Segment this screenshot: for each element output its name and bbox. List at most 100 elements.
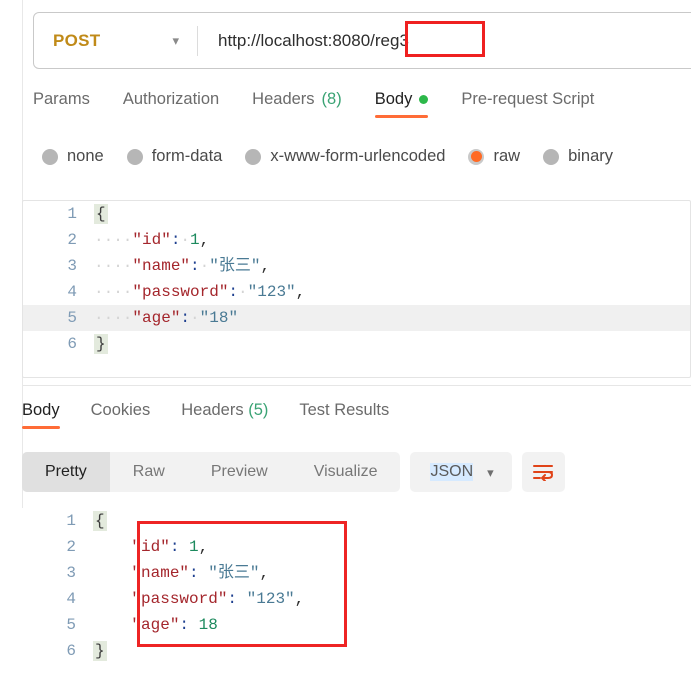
request-body-token-ws: ···· xyxy=(94,309,133,327)
view-mode-raw[interactable]: Raw xyxy=(110,452,188,492)
request-body-line-content: { xyxy=(94,201,690,227)
radio-binary-label: binary xyxy=(568,147,614,165)
chevron-down-icon: ▾ xyxy=(487,464,494,480)
request-body-token-punc: , xyxy=(295,283,306,301)
request-body-line: 4 ····"password":·"123", xyxy=(23,279,690,305)
request-body-line-number: 4 xyxy=(67,283,77,301)
request-body-token-brace: { xyxy=(94,204,108,224)
request-body-token-ws: · xyxy=(180,231,191,249)
request-body-token-colon: : xyxy=(170,231,181,249)
view-mode-pretty-label: Pretty xyxy=(45,463,87,480)
response-body-line-content: "name": "张三", xyxy=(93,560,691,586)
response-format-dropdown[interactable]: JSON ▾ xyxy=(410,452,512,492)
response-body-line-content: "password": "123", xyxy=(93,586,691,612)
request-body-token-ws: · xyxy=(238,283,248,301)
view-mode-visualize-label: Visualize xyxy=(313,463,378,480)
response-body-line: 2 "id": 1, xyxy=(22,534,691,560)
tab-headers-label: Headers xyxy=(252,90,315,108)
tab-pre-request-script-label: Pre-request Script xyxy=(461,90,595,108)
response-body-token-plain xyxy=(179,538,189,556)
tab-authorization[interactable]: Authorization xyxy=(123,90,219,118)
view-mode-preview[interactable]: Preview xyxy=(188,452,291,492)
radio-urlencoded-label: x-www-form-urlencoded xyxy=(270,147,446,165)
request-body-token-key: "password" xyxy=(132,283,229,301)
response-body-token-plain xyxy=(199,564,209,582)
postman-request-response-view: POST ▾ http://localhost:8080/reg3 Params… xyxy=(0,0,691,680)
view-mode-pretty[interactable]: Pretty xyxy=(22,452,110,492)
tab-body[interactable]: Body xyxy=(374,90,429,118)
response-body-token-key: "age" xyxy=(131,616,180,634)
request-body-token-colon: : xyxy=(228,283,239,301)
http-method-dropdown[interactable]: POST ▾ xyxy=(34,13,197,68)
request-body-line-content: ····"id":·1, xyxy=(94,227,690,253)
response-body-line-content: { xyxy=(93,508,691,534)
body-type-radio-group: none form-data x-www-form-urlencoded raw… xyxy=(42,147,636,166)
wrap-lines-button[interactable] xyxy=(521,452,565,492)
request-body-line-content: ····"name":·"张三", xyxy=(94,253,690,279)
response-body-token-plain xyxy=(93,538,131,556)
request-body-token-colon: : xyxy=(190,257,200,275)
response-tab-body[interactable]: Body xyxy=(22,401,60,429)
response-tab-body-label: Body xyxy=(22,401,60,419)
request-body-line-number: 2 xyxy=(67,231,77,249)
pane-divider xyxy=(23,385,691,386)
response-tab-test-results[interactable]: Test Results xyxy=(299,401,389,429)
request-body-line-number: 3 xyxy=(67,257,77,275)
response-body-token-brace: } xyxy=(93,641,107,661)
response-body-viewer[interactable]: 1{2 "id": 1, 3 "name": "张三", 4 "password":… xyxy=(22,508,691,680)
tab-params-label: Params xyxy=(33,90,90,108)
request-body-token-key: "age" xyxy=(132,309,181,327)
request-body-line: 2 ····"id":·1, xyxy=(23,227,690,253)
response-body-line-number: 2 xyxy=(66,538,76,556)
tab-headers[interactable]: Headers (8) xyxy=(252,90,342,118)
response-tab-headers[interactable]: Headers (5) xyxy=(181,401,268,429)
radio-urlencoded-mark xyxy=(245,148,262,165)
response-body-token-brace: { xyxy=(93,511,107,531)
response-body-token-str: "123" xyxy=(246,590,295,608)
chevron-down-icon: ▾ xyxy=(172,33,179,48)
request-body-token-num: 1 xyxy=(190,231,200,249)
response-body-line: 3 "name": "张三", xyxy=(22,560,691,586)
tab-pre-request-script[interactable]: Pre-request Script xyxy=(461,90,594,118)
radio-none[interactable]: none xyxy=(42,147,104,166)
response-body-token-colon: : xyxy=(227,590,238,608)
radio-binary[interactable]: binary xyxy=(543,147,613,166)
tab-params[interactable]: Params xyxy=(33,90,90,118)
radio-form-data[interactable]: form-data xyxy=(126,147,223,166)
wrap-lines-icon xyxy=(533,465,554,481)
response-body-line-number: 4 xyxy=(66,590,76,608)
response-body-token-plain xyxy=(93,590,131,608)
request-body-token-key: "id" xyxy=(132,231,171,249)
view-mode-visualize[interactable]: Visualize xyxy=(291,452,401,492)
radio-raw[interactable]: raw xyxy=(468,147,520,166)
view-mode-raw-label: Raw xyxy=(132,463,165,480)
response-body-token-num: 18 xyxy=(198,616,218,634)
request-body-line-content: ····"age":·"18" xyxy=(94,305,690,331)
request-url-input[interactable]: http://localhost:8080/reg3 xyxy=(198,31,409,51)
response-tab-cookies[interactable]: Cookies xyxy=(91,401,151,429)
response-body-token-plain xyxy=(93,616,131,634)
response-view-mode-group: Pretty Raw Preview Visualize xyxy=(22,452,401,492)
tab-authorization-label: Authorization xyxy=(122,90,220,108)
response-body-token-key: "password" xyxy=(131,590,228,608)
response-body-line-number: 1 xyxy=(66,512,76,530)
request-body-line: 5 ····"age":·"18" xyxy=(23,305,690,331)
response-body-line: 4 "password": "123", xyxy=(22,586,691,612)
request-body-token-colon: : xyxy=(180,309,191,327)
radio-form-data-label: form-data xyxy=(151,147,223,165)
response-body-line-number: 3 xyxy=(66,564,76,582)
request-body-line-number: 1 xyxy=(67,205,77,223)
request-body-token-str: "18" xyxy=(199,309,239,327)
radio-form-data-mark xyxy=(126,148,143,165)
request-body-editor[interactable]: 1{2 ····"id":·1, 3 ····"name":·"张三", 4 ····"p… xyxy=(22,200,691,378)
response-body-token-colon: : xyxy=(189,564,199,582)
radio-urlencoded[interactable]: x-www-form-urlencoded xyxy=(245,147,445,166)
response-body-token-key: "id" xyxy=(131,538,170,556)
left-rail-edge xyxy=(0,0,23,680)
request-body-token-ws: ···· xyxy=(94,231,133,249)
response-body-line: 1{ xyxy=(22,508,691,534)
response-body-line-number: 6 xyxy=(66,642,76,660)
tab-body-label: Body xyxy=(374,90,413,108)
response-tab-headers-label: Headers xyxy=(181,401,244,419)
view-mode-preview-label: Preview xyxy=(210,463,268,480)
